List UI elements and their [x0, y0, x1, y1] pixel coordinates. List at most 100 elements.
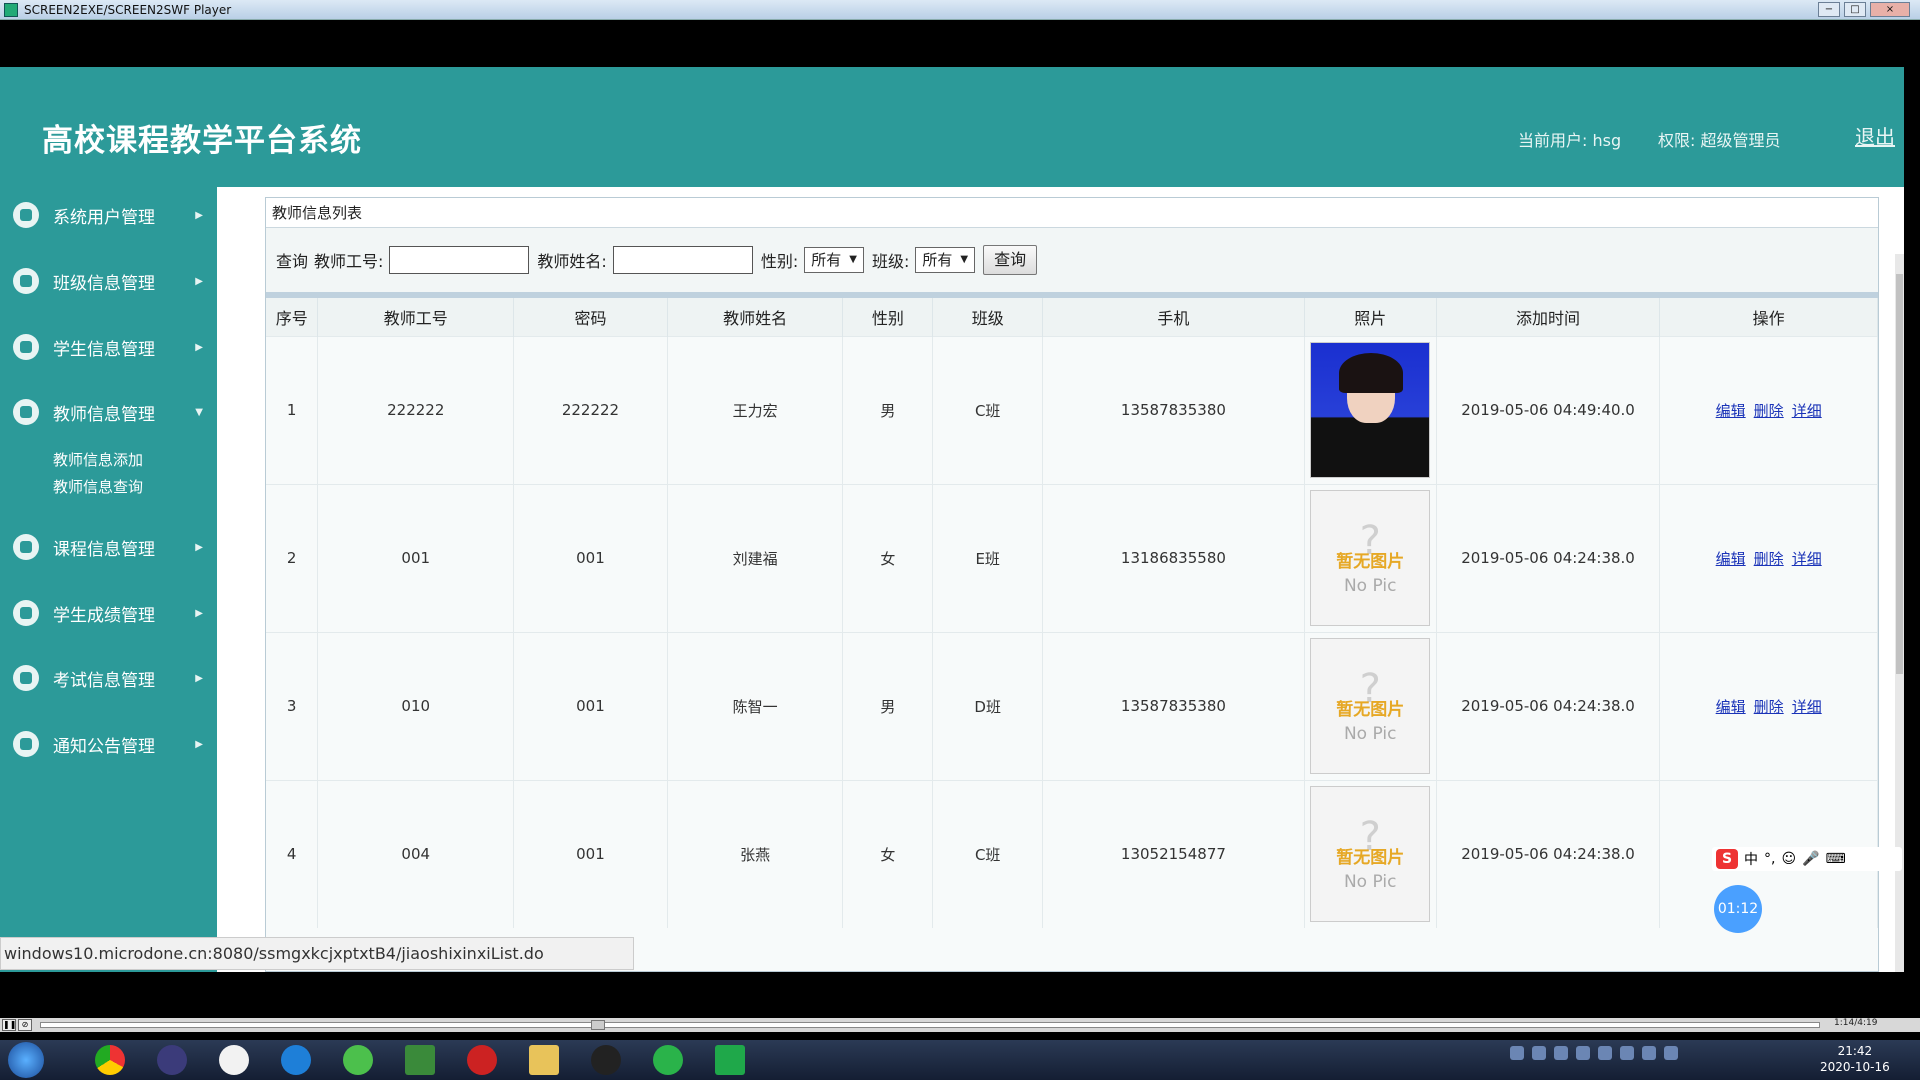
cell-class: C班 [932, 335, 1044, 484]
tray-icon[interactable] [1620, 1046, 1634, 1060]
qq-icon[interactable] [580, 1041, 632, 1079]
main-content: 教师信息列表 查询 教师工号: 教师姓名: 性别: 所有 ▼ 班级: 所有 ▼ … [217, 187, 1904, 972]
search-button[interactable]: 查询 [983, 245, 1038, 275]
table-row: 4 004 001 张燕 女 C班 13052154877 ? 暂无图片 No … [266, 779, 1878, 928]
keyboard-icon[interactable]: ⌨ [1826, 851, 1846, 867]
cell-added-time: 2019-05-06 04:24:38.0 [1436, 483, 1661, 632]
sidebar-item-label: 考试信息管理 [53, 670, 155, 691]
clock[interactable]: 21:42 2020-10-16 [1820, 1043, 1890, 1075]
app-share-icon[interactable] [208, 1041, 260, 1079]
start-button[interactable] [8, 1042, 44, 1078]
sidebar-item-system-users[interactable]: 系统用户管理 ▶ [0, 195, 217, 235]
app-icon [13, 399, 39, 425]
chevron-right-icon: ▶ [195, 209, 203, 221]
cell-class: C班 [932, 779, 1044, 928]
cell-password: 001 [513, 483, 668, 632]
tray-icon[interactable] [1598, 1046, 1612, 1060]
delete-link[interactable]: 删除 [1754, 402, 1784, 420]
col-gender: 性别 [842, 298, 934, 336]
browser-icon[interactable] [270, 1041, 322, 1079]
panel-title: 教师信息列表 [266, 198, 1878, 228]
chart-app-icon[interactable] [394, 1041, 446, 1079]
ime-toolbar[interactable]: S 中 °, ☺ 🎤 ⌨ [1712, 847, 1902, 871]
sidebar: 系统用户管理 ▶ 班级信息管理 ▶ 学生信息管理 ▶ 教师信息管理 ▼ 教师信息… [0, 187, 217, 972]
cell-no: 1 [266, 335, 319, 484]
eclipse-icon[interactable] [146, 1041, 198, 1079]
sidebar-item-class[interactable]: 班级信息管理 ▶ [0, 261, 217, 301]
ime-lang[interactable]: 中 [1744, 849, 1758, 869]
sidebar-item-exam[interactable]: 考试信息管理 ▶ [0, 658, 217, 698]
detail-link[interactable]: 详细 [1792, 698, 1822, 716]
table-header-row: 序号 教师工号 密码 教师姓名 性别 班级 手机 照片 添加时间 操作 [266, 298, 1878, 336]
teacher-table: 序号 教师工号 密码 教师姓名 性别 班级 手机 照片 添加时间 操作 1 22… [266, 298, 1878, 928]
col-actions: 操作 [1659, 298, 1878, 336]
no-photo-placeholder: ? 暂无图片 No Pic [1310, 638, 1431, 774]
folder-icon[interactable] [518, 1041, 570, 1079]
sidebar-sub-teacher-add[interactable]: 教师信息添加 [53, 449, 143, 470]
detail-link[interactable]: 详细 [1792, 550, 1822, 568]
chevron-right-icon: ▶ [195, 607, 203, 619]
stop-icon[interactable]: ⊘ [18, 1019, 32, 1031]
pause-icon[interactable]: ❚❚ [2, 1019, 16, 1031]
sidebar-item-label: 学生信息管理 [53, 339, 155, 360]
sidebar-item-course[interactable]: 课程信息管理 ▶ [0, 527, 217, 567]
maximize-button[interactable]: □ [1844, 2, 1866, 17]
minimize-button[interactable]: − [1818, 2, 1840, 17]
cell-added-time: 2019-05-06 04:49:40.0 [1436, 335, 1661, 484]
no-photo-placeholder: ? 暂无图片 No Pic [1310, 490, 1431, 626]
seek-knob[interactable] [591, 1020, 605, 1030]
sidebar-item-notice[interactable]: 通知公告管理 ▶ [0, 724, 217, 764]
app-window: 高校课程教学平台系统 当前用户: hsg 权限: 超级管理员 退出 系统用户管理… [0, 67, 1904, 972]
no-pic-text-en: No Pic [1343, 575, 1397, 596]
system-tray [1510, 1046, 1678, 1060]
cell-added-time: 2019-05-06 04:24:38.0 [1436, 631, 1661, 780]
delete-link[interactable]: 删除 [1754, 698, 1784, 716]
sidebar-item-label: 课程信息管理 [53, 539, 155, 560]
detail-link[interactable]: 详细 [1792, 402, 1822, 420]
emoji-icon[interactable]: ☺ [1781, 851, 1796, 867]
table-row: 2 001 001 刘建福 女 E班 13186835580 ? 暂无图片 No… [266, 483, 1878, 632]
edit-link[interactable]: 编辑 [1716, 698, 1746, 716]
teacher-name-input[interactable] [612, 246, 753, 274]
scrollbar-thumb[interactable] [1896, 274, 1903, 674]
ime-punct-icon[interactable]: °, [1764, 851, 1775, 867]
gender-select[interactable]: 所有 ▼ [804, 247, 864, 273]
timer-bubble[interactable]: 01:12 [1714, 885, 1762, 933]
dropdown-arrow-icon: ▼ [960, 254, 969, 265]
tray-icon[interactable] [1510, 1046, 1524, 1060]
edit-link[interactable]: 编辑 [1716, 402, 1746, 420]
seek-track[interactable] [40, 1020, 1820, 1030]
cell-teacher-id: 004 [317, 779, 515, 928]
no-pic-text-zh: 暂无图片 [1336, 699, 1405, 720]
cell-phone: 13052154877 [1042, 779, 1305, 928]
gender-label: 性别: [760, 252, 799, 271]
chevron-down-icon: ▼ [195, 406, 203, 418]
teacher-list-panel: 教师信息列表 查询 教师工号: 教师姓名: 性别: 所有 ▼ 班级: 所有 ▼ … [265, 197, 1879, 972]
mic-icon[interactable]: 🎤 [1802, 851, 1819, 867]
sidebar-item-label: 教师信息管理 [53, 404, 155, 425]
class-select[interactable]: 所有 ▼ [915, 247, 976, 273]
edit-link[interactable]: 编辑 [1716, 550, 1746, 568]
volume-icon[interactable] [1642, 1046, 1656, 1060]
flash-icon[interactable] [456, 1041, 508, 1079]
sidebar-sub-teacher-query[interactable]: 教师信息查询 [53, 476, 143, 497]
network-icon[interactable] [1664, 1046, 1678, 1060]
sidebar-item-teacher[interactable]: 教师信息管理 ▼ [0, 392, 217, 432]
sidebar-item-student[interactable]: 学生信息管理 ▶ [0, 327, 217, 367]
col-photo: 照片 [1304, 298, 1437, 336]
search-bar: 查询 教师工号: 教师姓名: 性别: 所有 ▼ 班级: 所有 ▼ 查询 [266, 228, 1878, 298]
dropdown-arrow-icon: ▼ [849, 254, 857, 265]
cell-no: 4 [266, 779, 319, 928]
green-app-icon[interactable] [332, 1041, 384, 1079]
tray-icon[interactable] [1576, 1046, 1590, 1060]
teacher-id-input[interactable] [389, 246, 530, 274]
logout-link[interactable]: 退出 [1855, 121, 1895, 150]
sidebar-item-grades[interactable]: 学生成绩管理 ▶ [0, 593, 217, 633]
close-button[interactable]: × [1870, 2, 1910, 17]
chrome-icon[interactable] [84, 1041, 136, 1079]
tray-icon[interactable] [1532, 1046, 1546, 1060]
wechat-icon[interactable] [642, 1041, 694, 1079]
tray-icon[interactable] [1554, 1046, 1568, 1060]
delete-link[interactable]: 删除 [1754, 550, 1784, 568]
player-task-icon[interactable] [704, 1041, 756, 1079]
